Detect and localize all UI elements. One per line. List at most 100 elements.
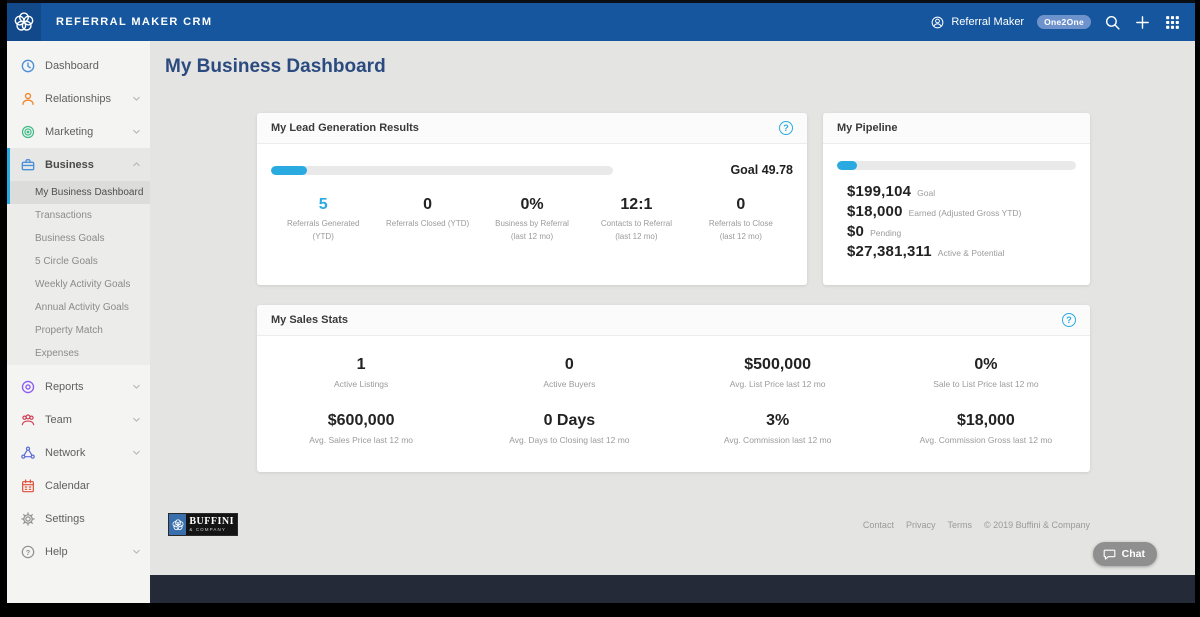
pipeline-progress-bar [837,161,1076,170]
stat-value: 0 [564,356,574,373]
chevron-down-icon [131,447,142,458]
pipeline-value: $0 [847,223,865,240]
buffini-logo-subtext: & COMPANY [189,527,226,532]
lead-goal-label: Goal 49.78 [730,163,793,177]
stat-label: Active Listings [333,379,389,389]
add-icon[interactable] [1134,14,1151,31]
buffini-logo-text: BUFFINI [189,516,234,527]
sidebar-subitem-annual-activity-goals[interactable]: Annual Activity Goals [7,296,150,319]
stat-label: Avg. Sales Price last 12 mo [309,434,414,445]
sidebar-item-calendar[interactable]: Calendar [7,469,150,502]
stat-referrals-generated: 5 Referrals Generated (YTD) [271,196,375,244]
sales-stats-card: My Sales Stats ? 1 Active Listings 0 Act… [257,305,1090,472]
apps-grid-icon[interactable] [1164,14,1181,31]
stat-value: 0 [736,196,746,213]
pipeline-progress-fill [837,161,858,170]
network-icon [20,445,36,461]
team-icon [20,412,36,428]
stat-value: $600,000 [327,411,395,429]
pipeline-label: Active & Potential [937,248,1005,258]
sidebar-item-help[interactable]: Help [7,535,150,568]
card-title: My Sales Stats [271,314,349,326]
help-icon [20,544,36,560]
stat-label: Referrals Closed (YTD) [386,219,470,228]
help-icon[interactable]: ? [1062,313,1076,327]
flower-logo-icon [171,518,185,532]
pipeline-value: $18,000 [847,203,903,220]
card-title: My Pipeline [837,122,898,134]
footer-link-terms[interactable]: Terms [947,520,972,530]
stat-active-buyers: 0 Active Buyers [465,356,673,392]
stat-label: Avg. Days to Closing last 12 mo [509,434,630,445]
buffini-logo-mark [169,514,187,535]
lead-generation-card: My Lead Generation Results ? Goal 49.78 [257,113,807,285]
sidebar-item-dashboard[interactable]: Dashboard [7,49,150,82]
lead-progress-bar [271,165,613,175]
help-icon[interactable]: ? [779,121,793,135]
sidebar-item-business[interactable]: Business [7,148,150,181]
stat-value: 0% [520,196,544,213]
pipeline-row-earned: $18,000 Earned (Adjusted Gross YTD) [847,203,1076,220]
sidebar-item-label: Dashboard [45,59,99,72]
footer-link-contact[interactable]: Contact [863,520,894,530]
sidebar-item-network[interactable]: Network [7,436,150,469]
sidebar-item-label: Marketing [45,125,94,138]
calendar-icon [20,478,36,494]
sidebar-item-team[interactable]: Team [7,403,150,436]
stat-value: 5 [318,196,328,213]
stat-value: 0% [974,356,998,373]
pipeline-label: Pending [870,228,902,238]
sidebar-subitem-business-goals[interactable]: Business Goals [7,227,150,250]
sidebar-subitem-my-business-dashboard[interactable]: My Business Dashboard [7,181,150,204]
stat-label: Referrals to Close (last 12 mo) [708,219,773,241]
chat-button-label: Chat [1121,548,1145,560]
stat-value: 0 [423,196,433,213]
stat-avg-days-to-closing: 0 Days Avg. Days to Closing last 12 mo [465,412,673,448]
sidebar-subitem-transactions[interactable]: Transactions [7,204,150,227]
stat-referrals-closed: 0 Referrals Closed (YTD) [375,196,479,244]
sidebar-subitem-property-match[interactable]: Property Match [7,319,150,342]
stat-avg-commission: 3% Avg. Commission last 12 mo [674,412,882,448]
stat-value: $18,000 [956,411,1015,429]
business-submenu: My Business Dashboard Transactions Busin… [7,181,150,365]
bottom-dark-strip [150,575,1195,603]
sidebar-subitem-weekly-activity-goals[interactable]: Weekly Activity Goals [7,273,150,296]
chat-button[interactable]: Chat [1092,542,1157,566]
stat-label: Avg. Commission last 12 mo [723,434,832,445]
user-account-menu[interactable]: Referral Maker [930,15,1024,30]
pipeline-row-goal: $199,104 Goal [847,183,1076,200]
pipeline-value: $199,104 [847,183,912,200]
stat-label: Sale to List Price last 12 mo [933,379,1039,389]
stat-avg-commission-gross: $18,000 Avg. Commission Gross last 12 mo [882,412,1090,448]
pipeline-row-pending: $0 Pending [847,223,1076,240]
footer-link-privacy[interactable]: Privacy [906,520,936,530]
stat-business-by-referral: 0% Business by Referral (last 12 mo) [480,196,584,244]
business-icon [20,157,36,173]
sidebar-item-reports[interactable]: Reports [7,370,150,403]
pipeline-card: My Pipeline $199,104 Goal $18,000 Earned… [823,113,1090,285]
chat-bubble-icon [1102,547,1117,562]
sidebar-subitem-expenses[interactable]: Expenses [7,342,150,365]
sidebar-item-marketing[interactable]: Marketing [7,115,150,148]
one2one-badge[interactable]: One2One [1037,15,1091,29]
sidebar-item-label: Help [45,545,68,558]
footer-copyright: © 2019 Buffini & Company [983,519,1090,530]
settings-gear-icon [20,511,36,527]
app-title: REFERRAL MAKER CRM [56,16,213,28]
sidebar-item-label: Reports [45,380,84,393]
stat-label: Active Buyers [543,379,596,389]
stat-label: Avg. List Price last 12 mo [729,379,826,389]
lead-progress-fill [271,165,307,175]
sidebar-item-settings[interactable]: Settings [7,502,150,535]
stat-active-listings: 1 Active Listings [257,356,465,392]
stat-value: $500,000 [744,356,811,373]
sidebar-item-relationships[interactable]: Relationships [7,82,150,115]
stat-value: 3% [766,411,790,429]
search-icon[interactable] [1104,14,1121,31]
sidebar-subitem-5-circle-goals[interactable]: 5 Circle Goals [7,250,150,273]
brand-logo[interactable] [7,3,41,41]
pipeline-label: Earned (Adjusted Gross YTD) [908,208,1022,218]
stat-label: Business by Referral (last 12 mo) [495,219,569,241]
chevron-down-icon [131,93,142,104]
stat-label: Referrals Generated (YTD) [286,219,360,241]
